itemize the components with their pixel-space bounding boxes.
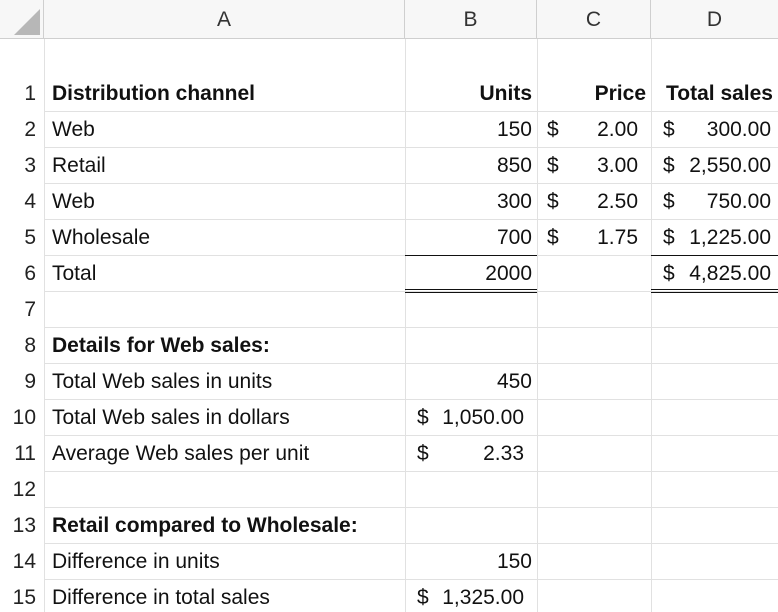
currency-symbol: $: [663, 154, 675, 177]
gridline-v: [44, 39, 45, 612]
currency-symbol: $: [547, 154, 559, 177]
cell-a3[interactable]: Retail: [52, 147, 402, 183]
row-header-2[interactable]: 2: [0, 111, 44, 147]
cell-a10[interactable]: Total Web sales in dollars: [52, 399, 402, 435]
cell-b4[interactable]: 300: [405, 183, 532, 219]
cell-value: 3.00: [597, 154, 638, 177]
row-header-13[interactable]: 13: [0, 507, 44, 543]
select-all-corner[interactable]: [0, 0, 44, 38]
cell-a13[interactable]: Retail compared to Wholesale:: [52, 507, 402, 543]
column-header-c[interactable]: C: [537, 0, 651, 38]
cell-value: 4,825.00: [689, 262, 771, 285]
cell-c1[interactable]: Price: [537, 75, 646, 111]
cell-value: 2,550.00: [689, 154, 771, 177]
cell-value: 750.00: [706, 190, 771, 213]
currency-symbol: $: [417, 442, 429, 465]
row-header-8[interactable]: 8: [0, 327, 44, 363]
cell-value: 2.33: [483, 442, 524, 465]
total-double-underline-sales: [651, 289, 778, 293]
row-header-15[interactable]: 15: [0, 579, 44, 612]
cell-value: 1,325.00: [442, 586, 524, 609]
column-header-a[interactable]: A: [44, 0, 405, 38]
currency-symbol: $: [663, 226, 675, 249]
gridline-v: [537, 39, 538, 612]
cell-d1[interactable]: Total sales: [651, 75, 773, 111]
cell-a2[interactable]: Web: [52, 111, 402, 147]
cell-b1[interactable]: Units: [405, 75, 533, 111]
cell-b10[interactable]: $ 1,050.00: [417, 399, 524, 435]
cell-value: 2.50: [597, 190, 638, 213]
cell-d2[interactable]: $ 300.00: [663, 111, 771, 147]
cell-a5[interactable]: Wholesale: [52, 219, 402, 255]
cell-c3[interactable]: $ 3.00: [547, 147, 638, 183]
row-header-11[interactable]: 11: [0, 435, 44, 471]
gridline-h: [44, 471, 778, 472]
cell-value: 1,225.00: [689, 226, 771, 249]
currency-symbol: $: [663, 262, 675, 285]
spreadsheet-grid: A B C D 1 2 3 4 5 6 7 8 9 10 11 12 13 14…: [0, 0, 778, 612]
currency-symbol: $: [417, 406, 429, 429]
currency-symbol: $: [547, 118, 559, 141]
cell-b11[interactable]: $ 2.33: [417, 435, 524, 471]
currency-symbol: $: [663, 190, 675, 213]
column-header-row: A B C D: [0, 0, 778, 39]
row-header-9[interactable]: 9: [0, 363, 44, 399]
cell-c2[interactable]: $ 2.00: [547, 111, 638, 147]
currency-symbol: $: [417, 586, 429, 609]
cell-c5[interactable]: $ 1.75: [547, 219, 638, 255]
cell-d6[interactable]: $ 4,825.00: [663, 255, 771, 291]
cell-a9[interactable]: Total Web sales in units: [52, 363, 402, 399]
cell-b14[interactable]: 150: [405, 543, 532, 579]
cell-a14[interactable]: Difference in units: [52, 543, 402, 579]
cell-b2[interactable]: 150: [405, 111, 532, 147]
cell-value: 300.00: [706, 118, 771, 141]
row-header-7[interactable]: 7: [0, 291, 44, 327]
cell-a6[interactable]: Total: [52, 255, 402, 291]
row-header-12[interactable]: 12: [0, 471, 44, 507]
cell-b3[interactable]: 850: [405, 147, 532, 183]
cell-a11[interactable]: Average Web sales per unit: [52, 435, 402, 471]
row-header-3[interactable]: 3: [0, 147, 44, 183]
cell-value: 2.00: [597, 118, 638, 141]
cell-a4[interactable]: Web: [52, 183, 402, 219]
cell-d5[interactable]: $ 1,225.00: [663, 219, 771, 255]
row-header-6[interactable]: 6: [0, 255, 44, 291]
cell-d4[interactable]: $ 750.00: [663, 183, 771, 219]
cell-value: 1,050.00: [442, 406, 524, 429]
cell-a15[interactable]: Difference in total sales: [52, 579, 402, 612]
cell-value: 1.75: [597, 226, 638, 249]
cell-b9[interactable]: 450: [405, 363, 532, 399]
cell-a8[interactable]: Details for Web sales:: [52, 327, 402, 363]
row-header-14[interactable]: 14: [0, 543, 44, 579]
currency-symbol: $: [663, 118, 675, 141]
row-header-1[interactable]: 1: [0, 75, 44, 111]
gridline-v: [651, 39, 652, 612]
select-all-triangle-icon: [14, 9, 40, 35]
total-double-underline-units: [405, 289, 537, 293]
cell-a1[interactable]: Distribution channel: [52, 75, 402, 111]
cell-d3[interactable]: $ 2,550.00: [663, 147, 771, 183]
cell-c4[interactable]: $ 2.50: [547, 183, 638, 219]
cell-b6[interactable]: 2000: [405, 255, 532, 291]
currency-symbol: $: [547, 226, 559, 249]
row-header-4[interactable]: 4: [0, 183, 44, 219]
currency-symbol: $: [547, 190, 559, 213]
cell-b5[interactable]: 700: [405, 219, 532, 255]
row-header-10[interactable]: 10: [0, 399, 44, 435]
column-header-d[interactable]: D: [651, 0, 778, 38]
cell-b15[interactable]: $ 1,325.00: [417, 579, 524, 612]
column-header-b[interactable]: B: [405, 0, 537, 38]
row-header-5[interactable]: 5: [0, 219, 44, 255]
